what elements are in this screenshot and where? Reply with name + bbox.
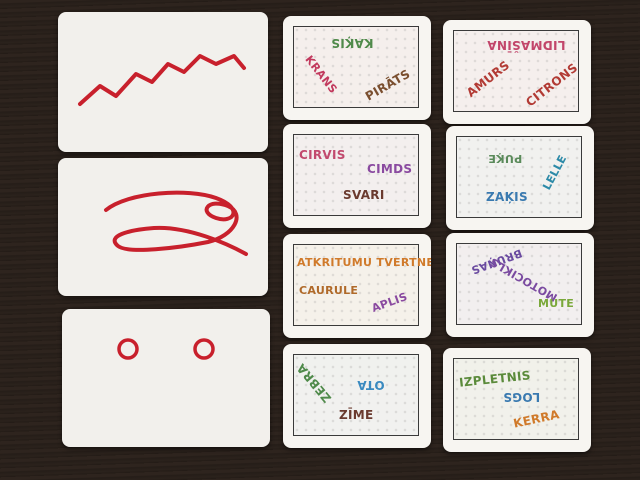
word-label: ZĪME (339, 408, 374, 422)
word-card: BRUŅAS MOTOCIKLS MUTE (446, 233, 594, 337)
word-label: KAĶIS (331, 36, 374, 50)
word-label: CAURULE (299, 284, 359, 297)
doodle-pattern (294, 355, 418, 435)
word-card: CIRVIS CIMDS SVARI (283, 124, 431, 228)
two-circles-icon (117, 338, 215, 360)
word-label: LOGS (503, 390, 541, 404)
word-label: MUTE (538, 297, 575, 310)
loop-squiggle-icon (104, 190, 248, 256)
zigzag-line-icon (78, 54, 246, 106)
shape-card-loop (58, 158, 268, 296)
word-label: OTA (357, 378, 385, 392)
shape-card-circles (62, 309, 270, 447)
word-label: CIMDS (367, 162, 413, 176)
word-card: IZPLETNIS LOGS KERRA (443, 348, 591, 452)
word-label: ATKRITUMU TVERTNE (297, 256, 431, 269)
word-card: KAĶIS KRANS PIRĀTS (283, 16, 431, 120)
word-label: SVARI (343, 188, 385, 202)
word-card: ATKRITUMU TVERTNE CAURULE APLIS (283, 234, 431, 338)
word-card: PUĶE ZAĶIS LELLE (446, 126, 594, 230)
word-card: LIDMAŠĪNA AMURS CITRONS (443, 20, 591, 124)
shape-card-zigzag (58, 12, 268, 152)
word-label: PUĶE (488, 152, 523, 165)
word-label: CIRVIS (299, 148, 346, 162)
word-label: ZAĶIS (486, 190, 528, 204)
doodle-pattern (457, 137, 581, 217)
word-card: ZEBRA OTA ZĪME (283, 344, 431, 448)
wooden-table: KAĶIS KRANS PIRĀTS LIDMAŠĪNA AMURS CITRO… (0, 0, 640, 480)
word-label: LIDMAŠĪNA (487, 38, 566, 52)
